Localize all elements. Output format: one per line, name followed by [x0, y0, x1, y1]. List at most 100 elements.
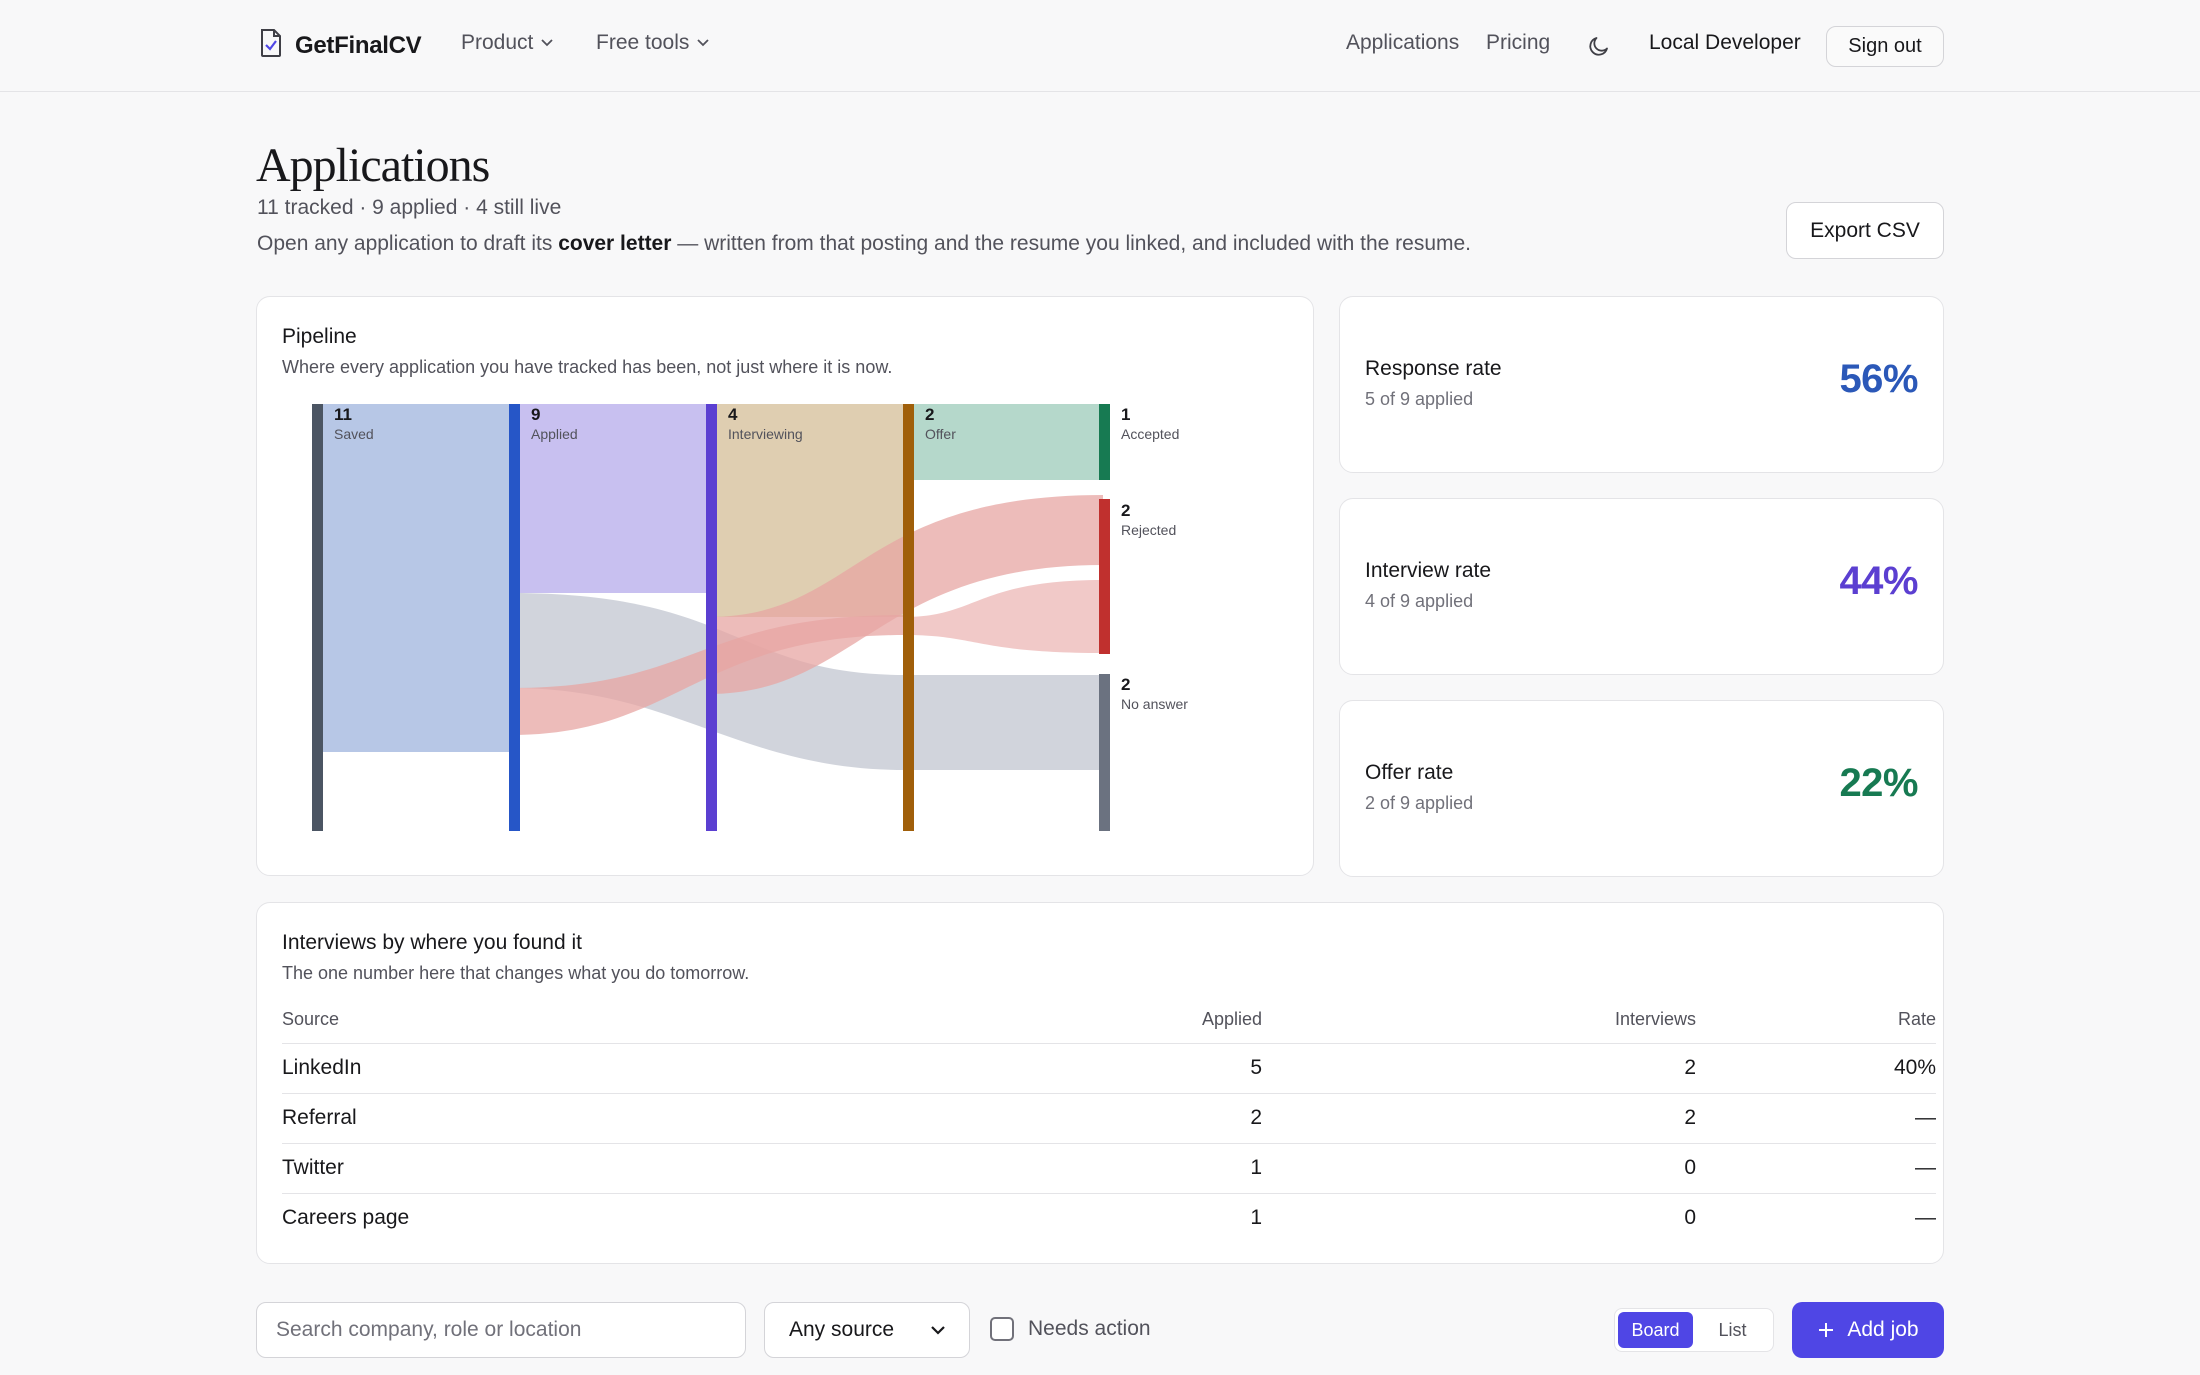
node-no-answer-label: No answer [1121, 696, 1188, 712]
node-saved-label: Saved [334, 426, 374, 442]
top-navigation-bar: GetFinalCV Product Free tools Applicatio… [0, 0, 2200, 92]
interview-rate-card: Interview rate 4 of 9 applied 44% [1339, 498, 1944, 675]
interviews-cell: 0 [1262, 1143, 1696, 1194]
node-rejected-bar [1099, 499, 1110, 654]
stat-label: Response rate [1365, 357, 1502, 380]
nav-pricing-link[interactable]: Pricing [1486, 31, 1550, 55]
table-header-row: Source Applied Interviews Rate [282, 997, 1936, 1044]
hint-text-end: — written from that posting and the resu… [671, 232, 1472, 255]
applied-cell: 5 [1062, 1043, 1262, 1094]
rate-cell: — [1696, 1143, 1936, 1194]
node-interviewing-count: 4 [728, 405, 738, 424]
applied-cell: 1 [1250, 1206, 1262, 1230]
document-check-icon [259, 28, 283, 63]
interviews-cell: 2 [1262, 1043, 1696, 1094]
pipeline-sankey-chart: 11 Saved 9 Applied 4 Interviewing 2 Offe… [312, 404, 1188, 831]
node-interviewing-bar [706, 404, 717, 831]
brand-logo[interactable]: GetFinalCV [259, 28, 422, 63]
node-accepted-label: Accepted [1121, 426, 1179, 442]
rate-cell: — [1915, 1206, 1936, 1230]
sources-card: Interviews by where you found it The one… [256, 902, 1944, 1264]
rate-cell: 40% [1696, 1043, 1936, 1094]
sources-title: Interviews by where you found it [282, 931, 582, 954]
view-toggle: Board List [1614, 1308, 1774, 1352]
applied-cell: 1 [1062, 1143, 1262, 1194]
source-cell: Careers page [282, 1206, 410, 1230]
add-job-label: Add job [1847, 1318, 1919, 1341]
export-csv-button[interactable]: Export CSV [1786, 202, 1944, 259]
board-view-button[interactable]: Board [1618, 1312, 1693, 1348]
node-no-answer-count: 2 [1121, 675, 1130, 694]
source-cell: Twitter [282, 1143, 1062, 1194]
stat-label: Offer rate [1365, 761, 1454, 784]
node-accepted-count: 1 [1121, 405, 1130, 424]
sources-table: Source Applied Interviews Rate LinkedIn … [282, 997, 1936, 1243]
node-no-answer-bar [1099, 674, 1110, 831]
stat-value: 44% [1839, 559, 1918, 603]
node-rejected-count: 2 [1121, 501, 1130, 520]
stat-sub: 4 of 9 applied [1365, 591, 1474, 611]
sources-subtitle: The one number here that changes what yo… [282, 963, 750, 983]
table-row: LinkedIn 5 2 40% [282, 1043, 1936, 1094]
brand-name: GetFinalCV [295, 31, 422, 59]
column-header-source: Source [282, 997, 1062, 1044]
column-header-rate: Rate [1696, 997, 1936, 1044]
interviews-cell: 2 [1262, 1093, 1696, 1144]
user-name: Local Developer [1649, 31, 1801, 54]
sign-out-button[interactable]: Sign out [1826, 26, 1944, 67]
node-accepted-bar [1099, 404, 1110, 480]
response-rate-card: Response rate 5 of 9 applied 56% [1339, 296, 1944, 473]
hint-text-start: Open any application to draft its [257, 232, 559, 255]
node-offer-label: Offer [925, 426, 956, 442]
node-applied-label: Applied [531, 426, 578, 442]
list-view-button[interactable]: List [1695, 1312, 1770, 1348]
offer-rate-card: Offer rate 2 of 9 applied 22% [1339, 700, 1944, 877]
source-cell: Referral [282, 1093, 1062, 1144]
applications-summary: 11 tracked · 9 applied · 4 still live [257, 196, 562, 219]
chevron-down-icon [931, 1325, 945, 1335]
applied-cell: 2 [1062, 1093, 1262, 1144]
node-offer-bar [903, 404, 914, 831]
interviews-cell: 0 [1684, 1206, 1696, 1230]
source-select[interactable]: Any source [764, 1302, 970, 1358]
needs-action-checkbox[interactable] [990, 1317, 1014, 1341]
source-select-value: Any source [789, 1318, 895, 1341]
node-interviewing-label: Interviewing [728, 426, 803, 442]
flow-saved-applied [312, 404, 511, 752]
nav-free-tools-dropdown[interactable]: Free tools [596, 31, 710, 55]
nav-applications-link[interactable]: Applications [1346, 31, 1459, 55]
add-job-button[interactable]: Add job [1792, 1302, 1944, 1358]
table-row: Referral 2 2 — [282, 1093, 1936, 1144]
page-title: Applications [256, 139, 490, 192]
nav-product-label: Product [461, 31, 534, 54]
cover-letter-hint: Open any application to draft its cover … [257, 232, 1471, 256]
pipeline-card: Pipeline Where every application you hav… [256, 296, 1314, 876]
node-applied-count: 9 [531, 405, 540, 424]
column-header-interviews: Interviews [1262, 997, 1696, 1044]
chevron-down-icon [697, 39, 710, 47]
nav-free-tools-label: Free tools [596, 31, 690, 54]
column-header-applied: Applied [1062, 997, 1262, 1044]
stat-sub: 2 of 9 applied [1365, 793, 1474, 813]
stat-label: Interview rate [1365, 559, 1492, 582]
needs-action-toggle[interactable]: Needs action [990, 1317, 1151, 1341]
flow-offer-accepted [905, 404, 1103, 480]
nav-product-dropdown[interactable]: Product [461, 31, 554, 55]
search-input[interactable] [256, 1302, 746, 1358]
needs-action-label: Needs action [1028, 1317, 1151, 1340]
node-saved-bar [312, 404, 323, 831]
node-offer-count: 2 [925, 405, 934, 424]
plus-icon [1819, 1323, 1834, 1337]
stat-sub: 5 of 9 applied [1365, 389, 1474, 409]
chevron-down-icon [541, 39, 554, 47]
source-cell: LinkedIn [282, 1043, 1062, 1094]
hint-emphasis: cover letter [558, 232, 672, 255]
table-row: Careers page 1 0 — [282, 1193, 1936, 1243]
table-row: Twitter 1 0 — [282, 1143, 1936, 1194]
moon-icon[interactable] [1587, 34, 1611, 63]
node-rejected-label: Rejected [1121, 522, 1176, 538]
node-applied-bar [509, 404, 520, 831]
node-saved-count: 11 [334, 405, 352, 424]
rate-cell: — [1696, 1093, 1936, 1144]
stat-value: 56% [1839, 357, 1918, 401]
